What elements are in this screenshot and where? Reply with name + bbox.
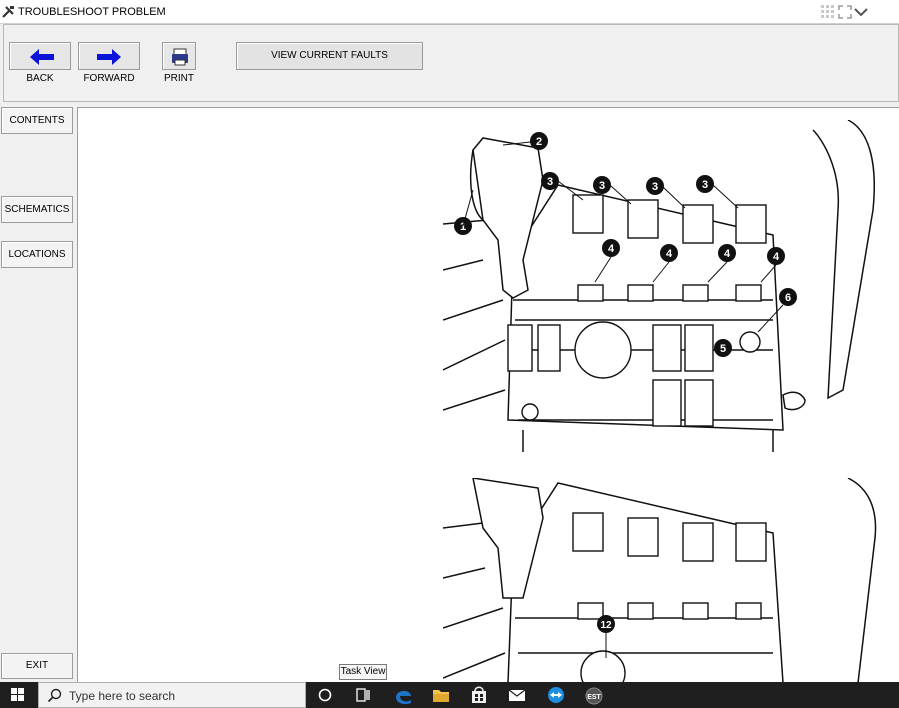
svg-text:EST: EST [587,694,601,701]
grid-icon[interactable] [820,4,836,20]
edge-icon[interactable] [385,682,421,708]
arrow-right-icon [97,49,121,65]
task-view-tooltip: Task View [339,664,387,680]
callout-2: 2 [536,136,542,148]
exit-button[interactable]: EXIT [1,653,73,679]
fullscreen-icon[interactable] [837,4,853,20]
title-bar: TROUBLESHOOT PROBLEM [0,0,899,24]
forward-label: FORWARD [83,73,135,84]
callout-3d: 3 [702,179,708,191]
control-panel-diagram-top: 1 2 3 3 3 3 4 4 4 4 5 6 [443,120,876,452]
locations-button[interactable]: LOCATIONS [1,241,73,268]
callout-4d: 4 [773,251,780,263]
chevron-down-icon[interactable] [853,4,869,20]
start-icon[interactable] [0,682,36,708]
task-view-icon[interactable] [345,682,381,708]
cortana-icon[interactable] [307,682,343,708]
taskbar: Type here to search EST [0,682,899,708]
store-icon[interactable] [461,682,497,708]
est-app-icon[interactable]: EST [576,682,612,708]
callout-5: 5 [720,343,726,355]
callout-4a: 4 [608,243,615,255]
callout-6: 6 [785,292,791,304]
callout-4c: 4 [724,248,731,260]
back-button[interactable] [9,42,71,70]
sidebar: CONTENTS SCHEMATICS LOCATIONS EXIT [0,104,77,682]
callout-3a: 3 [547,176,553,188]
view-current-faults-button[interactable]: VIEW CURRENT FAULTS [236,42,423,70]
callout-1: 1 [460,221,466,233]
callout-12: 12 [600,620,612,631]
contents-button[interactable]: CONTENTS [1,107,73,134]
control-panel-diagram-bottom: 12 [443,478,877,682]
taskbar-search-box[interactable]: Type here to search [38,682,306,708]
diagram-viewer[interactable]: 1 2 3 3 3 3 4 4 4 4 5 6 12 [77,107,899,682]
print-button[interactable] [162,42,196,70]
teamviewer-icon[interactable] [538,682,574,708]
back-label: BACK [26,73,54,84]
file-explorer-icon[interactable] [423,682,459,708]
arrow-left-icon [30,49,54,65]
callout-4b: 4 [666,248,673,260]
toolbar: BACK FORWARD PRINT VIEW CURRENT FAULTS [3,24,899,102]
search-icon [47,688,62,703]
callout-3c: 3 [652,181,658,193]
window-title: TROUBLESHOOT PROBLEM [18,6,166,18]
forward-button[interactable] [78,42,140,70]
schematics-button[interactable]: SCHEMATICS [1,196,73,223]
tools-icon [2,6,14,18]
print-label: PRINT [164,73,194,84]
printer-icon [172,48,188,66]
mail-icon[interactable] [499,682,535,708]
search-placeholder: Type here to search [69,689,176,703]
callout-3b: 3 [599,180,605,192]
